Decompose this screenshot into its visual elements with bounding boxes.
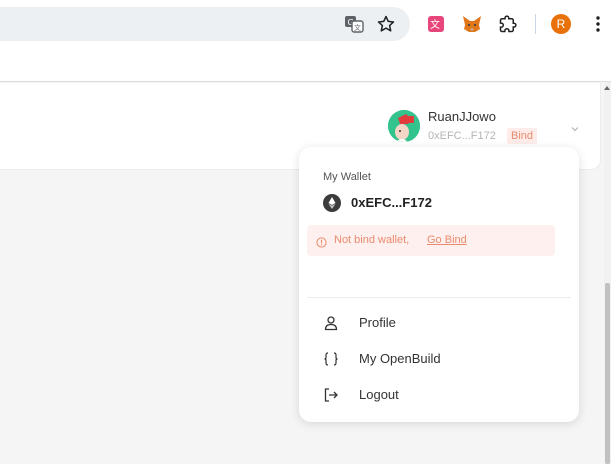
extension-icon[interactable]: 文 [424,12,448,36]
user-dropdown-menu: My Wallet 0xEFC...F172 Not bind wallet, … [299,147,579,422]
ethereum-icon [323,194,341,212]
toolbar-separator [535,14,536,34]
alert-circle-icon [316,235,327,248]
braces-icon [323,351,339,367]
svg-text:文: 文 [354,23,361,32]
bind-warning: Not bind wallet, Go Bind [307,225,555,256]
user-icon [323,315,339,331]
wallet-address-short: 0xEFC...F172 [428,130,496,142]
metamask-fox-icon[interactable] [460,12,484,36]
browser-toolbar: G文 文 R [0,0,611,48]
bind-badge[interactable]: Bind [507,128,538,144]
profile-icon[interactable]: R [551,14,571,34]
chevron-down-icon[interactable] [570,121,580,132]
translate-icon[interactable]: G文 [342,12,366,36]
divider [307,297,571,298]
warning-text: Not bind wallet, [334,234,410,246]
scrollbar-thumb[interactable] [605,283,610,464]
menu-item-label: Logout [359,387,399,402]
logout-icon [323,387,339,403]
menu-item-label: Profile [359,315,396,330]
kebab-menu-icon[interactable] [586,12,610,36]
star-icon[interactable] [374,12,398,36]
wallet-address: 0xEFC...F172 [351,195,432,210]
wallet-label: My Wallet [323,171,371,183]
username: RuanJJowo [428,109,496,124]
avatar[interactable] [388,110,420,142]
menu-item-profile[interactable]: Profile [299,307,579,339]
puzzle-icon[interactable] [496,12,520,36]
menu-item-logout[interactable]: Logout [299,379,579,411]
scroll-up-arrow-icon[interactable] [604,86,610,90]
menu-item-my-openbuild[interactable]: My OpenBuild [299,343,579,375]
svg-text:文: 文 [430,18,440,31]
bookmarks-bar [0,48,611,82]
go-bind-link[interactable]: Go Bind [427,234,467,246]
menu-item-label: My OpenBuild [359,351,441,366]
